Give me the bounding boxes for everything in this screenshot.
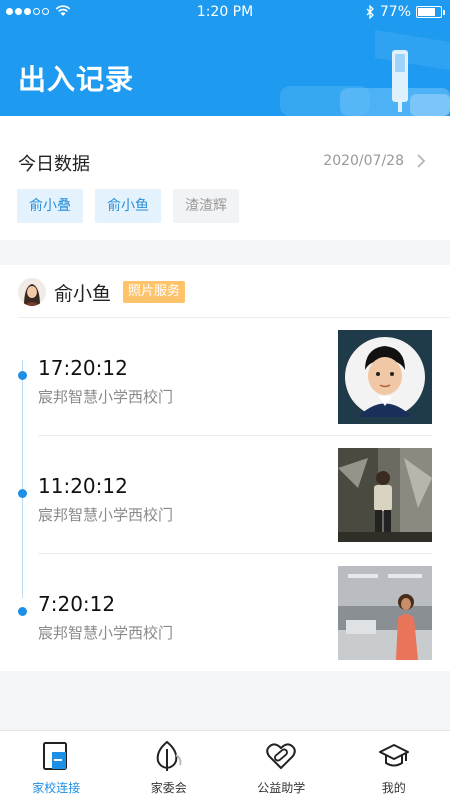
tab-label: 公益助学 bbox=[257, 781, 306, 795]
timeline-dot bbox=[18, 607, 27, 616]
battery-percent: 77% bbox=[379, 4, 411, 20]
heart-bandage-icon bbox=[266, 743, 296, 770]
record-location: 宸邦智慧小学西校门 bbox=[38, 624, 174, 642]
chevron-right-icon[interactable] bbox=[414, 152, 428, 170]
child-filter: 俞小叠 俞小鱼 渣渣辉 bbox=[17, 189, 239, 223]
record-photo[interactable] bbox=[338, 448, 432, 542]
tab-mine[interactable]: 我的 bbox=[338, 731, 450, 800]
graduation-cap-icon bbox=[378, 744, 409, 767]
record-photo[interactable] bbox=[338, 566, 432, 660]
record-time: 17:20:12 bbox=[38, 356, 128, 380]
header-illustration bbox=[280, 30, 450, 116]
tab-label: 我的 bbox=[381, 781, 406, 795]
record-photo[interactable] bbox=[338, 330, 432, 424]
child-chip[interactable]: 俞小鱼 bbox=[95, 189, 161, 223]
page-title: 出入记录 bbox=[18, 63, 135, 96]
tab-bar: 家校连接 家委会 公益助学 我的 bbox=[0, 730, 450, 800]
photo-service-badge[interactable]: 照片服务 bbox=[123, 281, 186, 303]
date-selector[interactable]: 2020/07/28 bbox=[323, 153, 404, 169]
record-time: 7:20:12 bbox=[38, 592, 116, 616]
phone-book-icon bbox=[43, 742, 68, 770]
record-location: 宸邦智慧小学西校门 bbox=[38, 506, 174, 524]
battery-icon bbox=[416, 6, 445, 18]
bluetooth-icon bbox=[366, 5, 374, 19]
child-header: 俞小鱼 照片服务 bbox=[18, 277, 186, 307]
timeline-dot bbox=[18, 371, 27, 380]
status-bar: 1:20 PM 77% bbox=[0, 0, 450, 26]
child-name: 俞小鱼 bbox=[54, 282, 112, 305]
record-item[interactable]: 7:20:12 宸邦智慧小学西校门 bbox=[0, 554, 450, 672]
timeline-dot bbox=[18, 489, 27, 498]
record-item[interactable]: 11:20:12 宸邦智慧小学西校门 bbox=[0, 436, 450, 554]
child-chip[interactable]: 渣渣辉 bbox=[173, 189, 239, 223]
records-card: 俞小鱼 照片服务 17:20:12 宸邦智慧小学西校门 11:20:12 宸邦智… bbox=[0, 265, 450, 671]
avatar bbox=[18, 278, 46, 306]
record-time: 11:20:12 bbox=[38, 474, 128, 498]
leaf-icon bbox=[156, 740, 182, 771]
record-item[interactable]: 17:20:12 宸邦智慧小学西校门 bbox=[0, 318, 450, 436]
child-chip[interactable]: 俞小叠 bbox=[17, 189, 83, 223]
record-location: 宸邦智慧小学西校门 bbox=[38, 388, 174, 406]
tab-label: 家校连接 bbox=[32, 781, 81, 795]
header: 1:20 PM 77% 出入记录 bbox=[0, 0, 450, 116]
tab-home-school[interactable]: 家校连接 bbox=[0, 731, 113, 800]
tab-charity[interactable]: 公益助学 bbox=[225, 731, 338, 800]
today-title: 今日数据 bbox=[18, 154, 90, 175]
tab-label: 家委会 bbox=[150, 781, 187, 795]
today-card: 今日数据 2020/07/28 俞小叠 俞小鱼 渣渣辉 bbox=[0, 116, 450, 240]
tab-committee[interactable]: 家委会 bbox=[113, 731, 226, 800]
